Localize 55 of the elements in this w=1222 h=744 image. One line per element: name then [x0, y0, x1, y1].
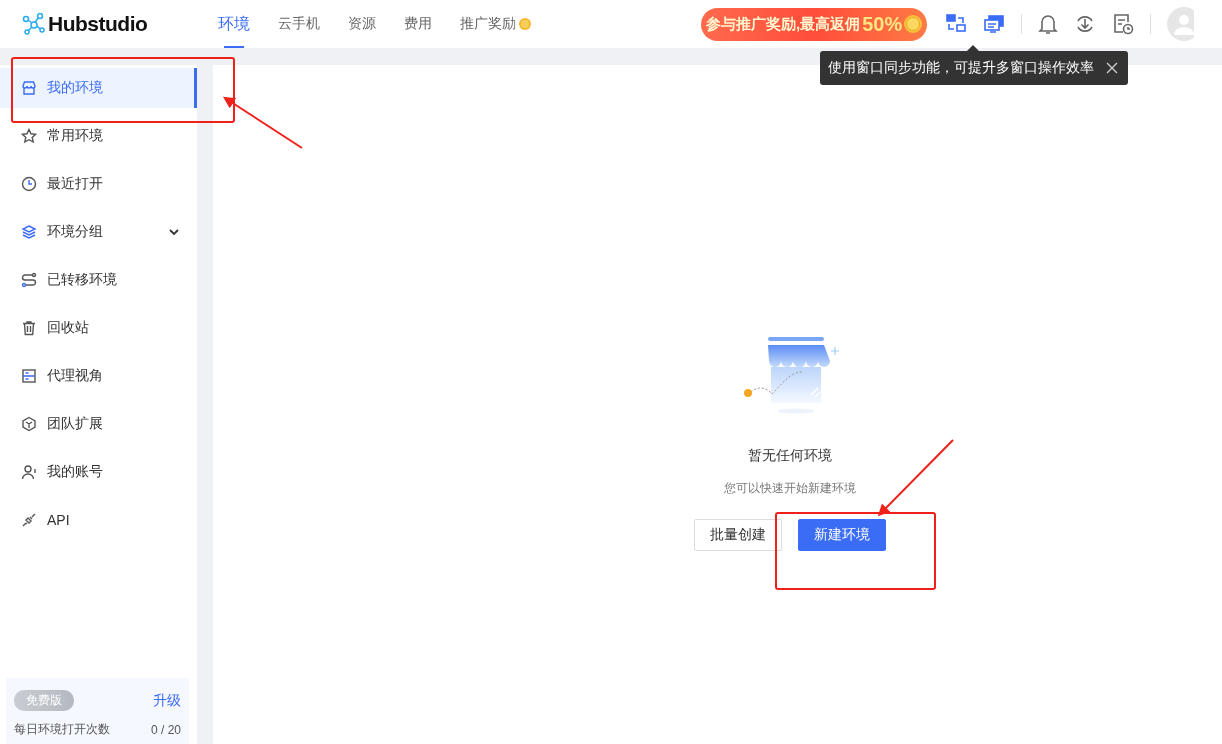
tooltip-text: 使用窗口同步功能，可提升多窗口操作效率	[828, 59, 1094, 77]
chevron-icon[interactable]	[169, 228, 179, 236]
bell-icon[interactable]	[1038, 13, 1059, 35]
sidebar-item[interactable]: 已转移环境	[0, 260, 197, 300]
sidebar-item[interactable]: 回收站	[0, 308, 197, 348]
usage-count: 0 / 20	[150, 722, 181, 737]
logo-icon	[22, 13, 46, 35]
sidebar-label: 我的账号	[47, 463, 104, 481]
panel-icon	[21, 368, 37, 384]
upgrade-link[interactable]: 升级	[153, 691, 181, 710]
sidebar-item[interactable]: 我的环境	[0, 68, 197, 108]
empty-title: 暂无任何环境	[748, 447, 832, 465]
user-icon	[21, 464, 37, 480]
sidebar-item[interactable]: 常用环境	[0, 116, 197, 156]
layers-icon	[21, 224, 37, 240]
sidebar-item[interactable]: 代理视角	[0, 356, 197, 396]
empty-subtitle: 您可以快速开始新建环境	[724, 480, 856, 497]
sidebar-label: 已转移环境	[47, 271, 118, 289]
route-icon	[21, 272, 37, 288]
logo-text: Hubstudio	[48, 12, 148, 36]
nav-tab[interactable]: 云手机	[278, 0, 320, 48]
create-button[interactable]: 新建环境	[798, 519, 886, 551]
promo-percent: 50%	[862, 12, 903, 36]
sidebar-item[interactable]: 最近打开	[0, 164, 197, 204]
nav-tab[interactable]: 推广奖励	[460, 0, 531, 48]
plug-icon	[21, 512, 37, 528]
clock-icon	[21, 176, 37, 192]
monitors-icon[interactable]	[983, 14, 1006, 34]
usage-label: 每日环境打开次数	[14, 721, 110, 738]
close-icon[interactable]	[1106, 62, 1118, 74]
sidebar-label: 回收站	[47, 319, 90, 337]
coin-icon	[904, 15, 923, 33]
sidebar-label: 环境分组	[47, 223, 104, 241]
store-icon	[21, 80, 37, 96]
cube-icon	[21, 416, 37, 432]
star-icon	[21, 128, 37, 144]
nav-tab[interactable]: 费用	[404, 0, 432, 48]
promo-text: 参与推广奖励,最高返佣	[706, 14, 861, 34]
document-clock-icon[interactable]	[1112, 13, 1135, 35]
sidebar-item[interactable]: 团队扩展	[0, 404, 197, 444]
plan-badge: 免费版	[14, 690, 74, 711]
sidebar-label: 我的环境	[47, 79, 104, 97]
sidebar-item[interactable]: 环境分组	[0, 212, 197, 252]
nav-tab[interactable]: 环境	[218, 0, 250, 48]
sidebar-label: 常用环境	[47, 127, 104, 145]
trash-icon	[21, 320, 37, 336]
sidebar-item[interactable]: API	[0, 500, 197, 540]
window-sync-icon[interactable]	[945, 13, 968, 35]
batch-create-button[interactable]: 批量创建	[694, 519, 782, 551]
sidebar-label: 团队扩展	[47, 415, 104, 433]
sidebar-label: 最近打开	[47, 175, 104, 193]
sidebar-label: API	[47, 512, 71, 528]
sidebar-label: 代理视角	[47, 367, 104, 385]
sidebar-item[interactable]: 我的账号	[0, 452, 197, 492]
nav-tab[interactable]: 资源	[348, 0, 376, 48]
